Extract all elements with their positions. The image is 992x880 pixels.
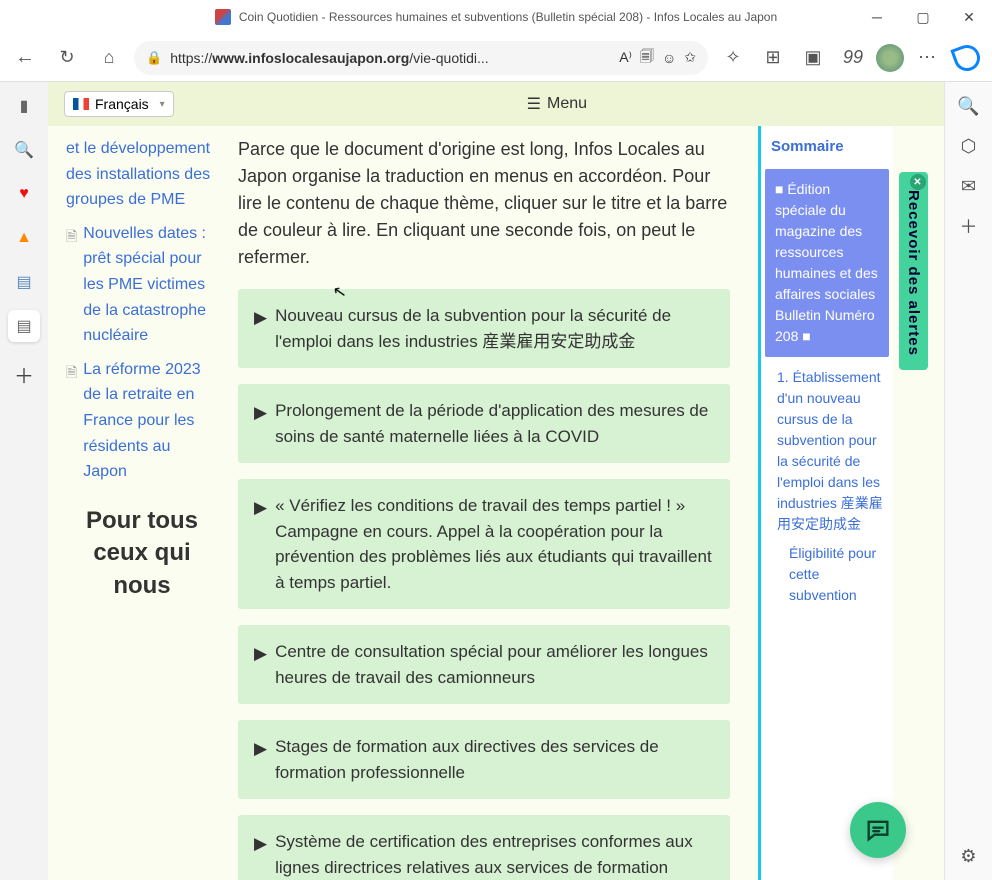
extensions-button[interactable]: ✧ [716,41,750,75]
rail-add-tab[interactable]: ＋ [8,358,40,390]
chat-fab[interactable] [850,802,906,858]
tracking-icon[interactable]: ☺ [662,50,676,66]
rail-heart-icon[interactable]: ♥ [8,178,40,210]
page-content: Français ☰ Menu et le développement des … [48,82,944,880]
accordion-label: Nouveau cursus de la subvention pour la … [275,303,714,354]
browser-toolbar: ← ↻ ⌂ 🔒 https://www.infoslocalesaujapon.… [0,34,992,82]
sidebar-item[interactable]: 🗎 Nouvelles dates : prêt spécial pour le… [66,221,218,349]
triangle-icon: ▶ [254,305,267,354]
outlook-icon[interactable]: ✉ [957,174,981,198]
screenshot-button[interactable]: ▣ [796,41,830,75]
rail-current-tab[interactable]: ▤ [8,310,40,342]
accordion-item[interactable]: ▶Prolongement de la période d'applicatio… [238,384,730,463]
accordion-item[interactable]: ▶Nouveau cursus de la subvention pour la… [238,289,730,368]
maximize-button[interactable]: ▢ [900,0,946,34]
hamburger-icon: ☰ [527,94,541,114]
triangle-icon: ▶ [254,400,267,449]
back-button[interactable]: ← [8,41,42,75]
edge-sidebar: 🔍 ⬡ ✉ ＋ ⚙ [944,82,992,880]
flag-fr-icon [73,98,89,110]
rail-search-icon[interactable]: 🔍 [8,134,40,166]
search-plus-icon[interactable]: 🔍 [957,94,981,118]
intro-paragraph: Parce que le document d'origine est long… [238,136,730,271]
document-icon: 🗎 [66,361,77,485]
window-titlebar: Coin Quotidien - Ressources humaines et … [0,0,992,34]
related-articles-sidebar: et le développement des installations de… [48,126,218,880]
rail-tab-icon[interactable]: ▮ [8,90,40,122]
more-button[interactable]: ⋯ [910,41,944,75]
copilot-icon[interactable]: ⬡ [957,134,981,158]
sidebar-item[interactable]: et le développement des installations de… [66,136,218,213]
menu-toggle[interactable]: ☰ Menu [527,94,587,114]
accordion-item[interactable]: ▶« Vérifiez les conditions de travail de… [238,479,730,609]
lock-icon: 🔒 [146,50,162,66]
main-article: Parce que le document d'origine est long… [238,126,738,880]
toc-link[interactable]: Éligibilité pour cette subvention [789,543,883,606]
accordion-item[interactable]: ▶Système de certification des entreprise… [238,815,730,880]
add-tool-icon[interactable]: ＋ [957,214,981,238]
read-aloud-icon[interactable]: A⁾ [619,49,632,66]
language-bar: Français ☰ Menu [48,82,944,126]
accordion-item[interactable]: ▶Stages de formation aux directives des … [238,720,730,799]
toc-title: Sommaire [761,126,893,169]
sidebar-link[interactable]: Nouvelles dates : prêt spécial pour les … [83,221,218,349]
menu-label: Menu [547,95,587,113]
accordion-label: Stages de formation aux directives des s… [275,734,714,785]
quotes-button[interactable]: 99 [836,41,870,75]
bing-chat-button[interactable] [950,41,984,75]
rail-page-icon[interactable]: ▤ [8,266,40,298]
address-bar[interactable]: 🔒 https://www.infoslocalesaujapon.org/vi… [134,41,708,75]
settings-icon[interactable]: ⚙ [957,844,981,868]
close-button[interactable]: ✕ [946,0,992,34]
minimize-button[interactable]: ─ [854,0,900,34]
accordion-item[interactable]: ▶Centre de consultation spécial pour amé… [238,625,730,704]
refresh-button[interactable]: ↻ [50,41,84,75]
url-text: https://www.infoslocalesaujapon.org/vie-… [170,50,611,66]
triangle-icon: ▶ [254,495,267,595]
profile-avatar[interactable] [876,44,904,72]
toc-featured[interactable]: ■ Édition spéciale du magazine des resso… [765,169,889,357]
accordion-label: « Vérifiez les conditions de travail des… [275,493,714,595]
favorites-icon[interactable]: ✩ [684,49,696,66]
sidebar-heading: Pour tous ceux qui nous [66,505,218,602]
favicon-icon [215,9,231,25]
accordion-label: Prolongement de la période d'application… [275,398,714,449]
language-selector[interactable]: Français [64,91,174,117]
collections-button[interactable]: ⊞ [756,41,790,75]
rail-vlc-icon[interactable]: ▲ [8,222,40,254]
reader-icon[interactable]: 🗐 [640,46,654,70]
home-button[interactable]: ⌂ [92,41,126,75]
document-icon: 🗎 [66,225,77,349]
triangle-icon: ▶ [254,831,267,880]
alerts-label: Recevoir des alertes [905,190,922,356]
triangle-icon: ▶ [254,736,267,785]
sidebar-link[interactable]: et le développement des installations de… [66,136,218,213]
accordion-label: Système de certification des entreprises… [275,829,714,880]
sidebar-link[interactable]: La réforme 2023 de la retraite en France… [83,357,218,485]
accordion-label: Centre de consultation spécial pour amél… [275,639,714,690]
alerts-tab[interactable]: ✕ Recevoir des alertes [899,172,928,370]
toc-sidebar: Sommaire ■ Édition spéciale du magazine … [758,126,893,880]
triangle-icon: ▶ [254,641,267,690]
close-icon[interactable]: ✕ [910,174,926,190]
vertical-tabs-rail: ▮ 🔍 ♥ ▲ ▤ ▤ ＋ [0,82,48,880]
sidebar-item[interactable]: 🗎 La réforme 2023 de la retraite en Fran… [66,357,218,485]
language-label: Français [95,96,149,112]
toc-link[interactable]: 1. Établissement d'un nouveau cursus de … [777,367,883,535]
chat-icon [864,816,892,844]
window-title: Coin Quotidien - Ressources humaines et … [239,10,777,24]
